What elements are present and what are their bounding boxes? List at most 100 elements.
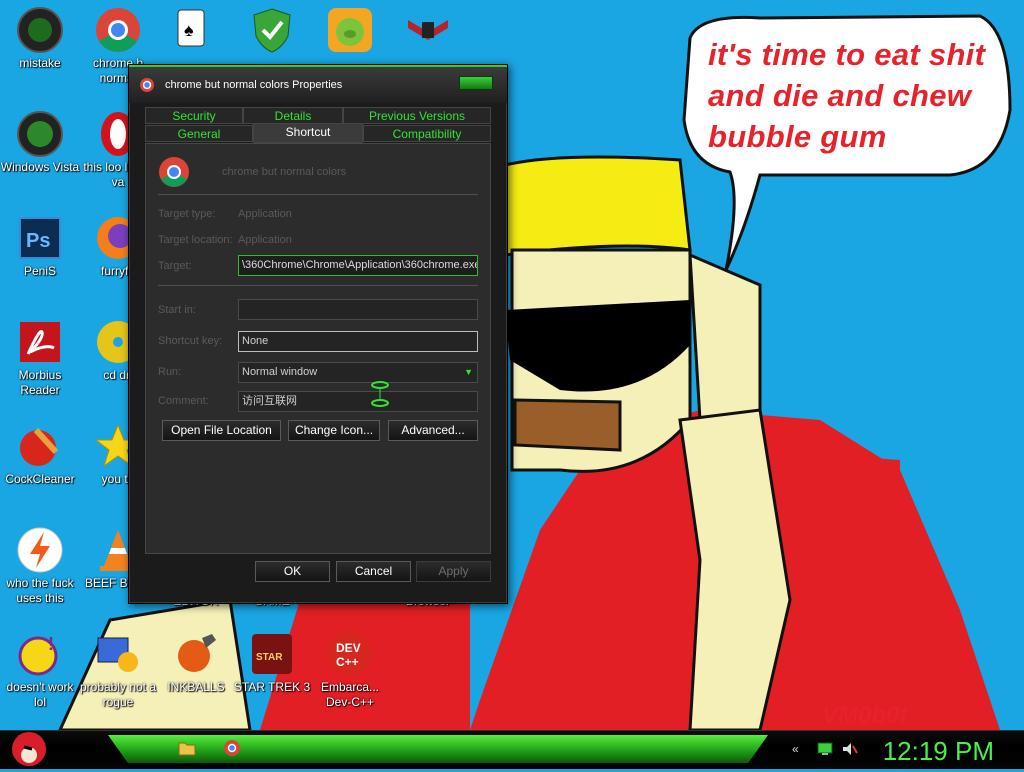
volume-muted-icon[interactable] — [842, 742, 858, 761]
green-orb-icon — [16, 110, 64, 158]
desktop-icon-label: probably not a rogue — [79, 680, 157, 709]
desktop-icon-label: mistake — [19, 56, 61, 70]
target-type-label: Target type: — [158, 208, 216, 220]
desktop-icon-label: Morbius Reader — [18, 368, 62, 397]
tab-security[interactable]: Security — [145, 107, 243, 124]
gear-monitor-icon — [94, 630, 142, 678]
target-field[interactable]: \360Chrome\Chrome\Application\360chrome.… — [238, 255, 478, 276]
tab-details[interactable]: Details — [243, 107, 343, 124]
desktop-icon-label: doesn't work lol — [6, 680, 74, 709]
properties-dialog: chrome but normal colors Properties Secu… — [128, 64, 508, 604]
dev-cpp-icon: DEV C++ — [326, 630, 374, 678]
speech-line: and die and chew — [708, 78, 972, 113]
svg-text:STAR: STAR — [256, 652, 283, 663]
desktop-icon-shield[interactable] — [232, 6, 312, 56]
chrome-icon — [94, 6, 142, 54]
speech-line: bubble gum — [708, 119, 887, 154]
green-orb-icon — [16, 6, 64, 54]
desktop-icon-label: Embarca... Dev-C++ — [320, 680, 380, 709]
start-in-field[interactable] — [238, 299, 478, 320]
svg-text:C++: C++ — [336, 655, 359, 669]
desktop-icon-photoshop[interactable]: Ps PeniS — [0, 214, 80, 279]
ok-button[interactable]: OK — [255, 561, 330, 582]
speech-bubble-text: it's time to eat shit and die and chew b… — [708, 34, 998, 157]
desktop-icon-probably-not[interactable]: probably not a rogue — [78, 630, 158, 710]
dialog-title: chrome but normal colors Properties — [165, 79, 343, 91]
desktop-icon-mistake[interactable]: mistake — [0, 6, 80, 71]
svg-text:♠: ♠ — [184, 20, 194, 40]
desktop-icon-cockcleaner[interactable]: CockCleaner — [0, 422, 80, 487]
chevron-down-icon: ▼ — [464, 367, 473, 377]
desktop-icon-solitaire[interactable]: ♠ — [150, 6, 230, 56]
acrobat-icon — [16, 318, 64, 366]
folder-icon[interactable] — [178, 739, 196, 762]
desktop-icon-who-the-fuck[interactable]: who the fuck uses this — [0, 526, 80, 606]
desktop-icon-label: CockCleaner — [5, 472, 75, 486]
tab-compatibility[interactable]: Compatibility — [363, 125, 491, 142]
chevron-icon[interactable]: « — [792, 742, 799, 756]
speech-line: it's time to eat shit — [708, 37, 986, 72]
chrome-icon — [158, 156, 190, 193]
dialog-titlebar[interactable]: chrome but normal colors Properties — [129, 65, 507, 103]
comment-field[interactable]: 访问互联网 — [238, 391, 478, 412]
divider — [158, 285, 478, 286]
desktop-icon-morbius-reader[interactable]: Morbius Reader — [0, 318, 80, 398]
desktop-icon-inkballs[interactable]: INKBALLS — [156, 630, 236, 695]
yahoo-messenger-icon: ! — [16, 630, 64, 678]
network-icon[interactable] — [817, 742, 833, 761]
star-wars-icon: STAR — [248, 630, 296, 678]
angry-bird-icon[interactable] — [8, 727, 50, 772]
desktop-icon-label: PeniS — [23, 264, 57, 278]
target-location-value: Application — [238, 234, 292, 246]
shortcut-key-field[interactable]: None — [238, 331, 478, 352]
change-icon-button[interactable]: Change Icon... — [288, 420, 380, 441]
run-select[interactable]: Normal window ▼ — [238, 362, 478, 383]
ccleaner-icon — [16, 422, 64, 470]
target-type-value: Application — [238, 208, 292, 220]
apply-button[interactable]: Apply — [416, 561, 491, 582]
run-select-value: Normal window — [242, 366, 318, 378]
desktop-icon-star-trek[interactable]: STAR STAR TREK 3 — [232, 630, 312, 695]
close-button[interactable] — [459, 76, 493, 90]
inkball-icon — [172, 630, 220, 678]
tab-previous-versions[interactable]: Previous Versions — [343, 107, 491, 124]
desktop-icon-paws[interactable] — [388, 6, 468, 56]
run-label: Run: — [158, 366, 182, 378]
open-file-location-button[interactable]: Open File Location — [162, 420, 281, 441]
svg-text:!: ! — [48, 634, 54, 654]
desktop-icon-label: who the fuck uses this — [6, 576, 74, 605]
start-in-label: Start in: — [158, 304, 196, 316]
artist-signature: VM0b0t — [822, 702, 908, 729]
desktop-icon-label: STAR TREK 3 — [233, 680, 311, 694]
shield-check-icon — [248, 6, 296, 54]
photoshop-icon: Ps — [16, 214, 64, 262]
desktop-icon-label: INKBALLS — [167, 680, 225, 694]
target-location-label: Target location: — [158, 234, 233, 246]
shortcut-panel: chrome but normal colors Target type: Ap… — [145, 143, 491, 554]
taskbar: « 12:19 PM — [0, 730, 1024, 769]
taskbar-glow — [108, 735, 768, 763]
red-emblem-icon — [404, 6, 452, 54]
svg-text:DEV: DEV — [336, 641, 361, 655]
divider — [158, 194, 478, 195]
target-label: Target: — [158, 260, 192, 272]
chrome-icon[interactable] — [223, 739, 241, 762]
svg-text:Ps: Ps — [26, 230, 50, 252]
lightning-icon — [16, 526, 64, 574]
tab-general[interactable]: General — [145, 125, 253, 142]
shortcut-key-label: Shortcut key: — [158, 335, 223, 347]
advanced-button[interactable]: Advanced... — [388, 420, 478, 441]
desktop-icon-doesnt-work[interactable]: ! doesn't work lol — [0, 630, 80, 710]
cancel-button[interactable]: Cancel — [336, 561, 411, 582]
chrome-icon — [139, 77, 155, 98]
desktop-icon-windows-vista[interactable]: Windows Vista — [0, 110, 80, 175]
desktop-icon-dev-cpp[interactable]: DEV C++ Embarca... Dev-C++ — [310, 630, 390, 710]
playing-cards-icon: ♠ — [166, 6, 214, 54]
desktop-icon-bad-piggies[interactable] — [310, 6, 390, 56]
shortcut-name: chrome but normal colors — [222, 166, 347, 178]
tab-shortcut[interactable]: Shortcut — [253, 123, 363, 143]
comment-label: Comment: — [158, 395, 209, 407]
busy-cursor-icon — [370, 380, 390, 413]
green-pig-icon — [326, 6, 374, 54]
clock[interactable]: 12:19 PM — [883, 736, 994, 767]
